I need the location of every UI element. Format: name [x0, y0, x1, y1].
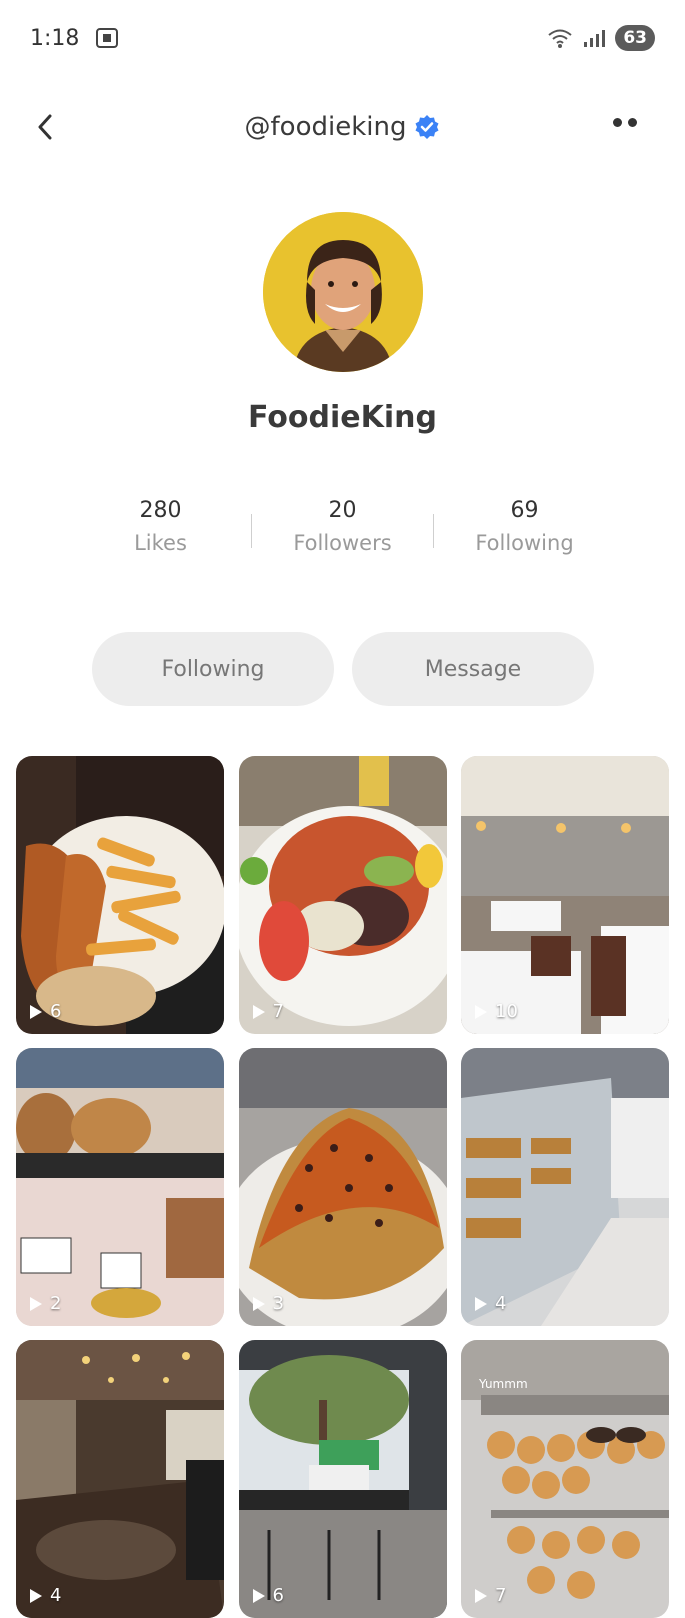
view-count-text: 4: [495, 1293, 507, 1314]
view-count: 3: [252, 1293, 284, 1314]
video-thumbnail: [16, 1340, 224, 1618]
stat-following[interactable]: 69 Following: [434, 498, 615, 568]
view-count: 6: [252, 1585, 284, 1606]
more-options-button[interactable]: [613, 118, 637, 127]
status-icons: 63: [547, 25, 655, 51]
video-tile[interactable]: 10: [461, 756, 669, 1034]
view-count-text: 10: [495, 1001, 518, 1022]
view-count: 6: [30, 1001, 61, 1022]
tile-overlay-text: Yummm: [478, 1377, 528, 1391]
video-tile[interactable]: 3: [238, 1048, 447, 1326]
video-tile[interactable]: 4: [16, 1340, 224, 1618]
play-icon: [252, 1588, 265, 1603]
view-count: 10: [475, 1001, 518, 1022]
wifi-icon: [548, 29, 572, 48]
video-thumbnail: [238, 1048, 447, 1326]
handle-text: @foodieking: [244, 112, 407, 142]
video-thumbnail: [238, 1340, 447, 1618]
view-count: 7: [252, 1001, 284, 1022]
dot-icon: [628, 118, 637, 127]
stat-value: 20: [328, 498, 357, 523]
profile-header: @foodieking: [0, 96, 685, 158]
avatar: [263, 212, 423, 372]
video-tile[interactable]: 6: [238, 1340, 447, 1618]
video-thumbnail: [461, 756, 669, 1034]
video-tile[interactable]: 7: [238, 756, 447, 1034]
video-tile[interactable]: 4: [461, 1048, 669, 1326]
signal-icon: [584, 30, 606, 47]
following-button[interactable]: Following: [92, 632, 334, 706]
avatar-image: [263, 212, 423, 372]
video-thumbnail: [16, 756, 224, 1034]
stat-followers[interactable]: 20 Followers: [252, 498, 433, 568]
video-thumbnail: Yummm: [461, 1340, 669, 1618]
video-tile[interactable]: Yummm 7: [461, 1340, 669, 1618]
profile-actions: Following Message: [92, 632, 594, 706]
view-count-text: 6: [50, 1001, 62, 1022]
view-count-text: 4: [50, 1585, 62, 1606]
play-icon: [252, 1004, 265, 1019]
play-icon: [30, 1588, 42, 1603]
view-count: 2: [30, 1293, 61, 1314]
screenshot-icon: [96, 28, 119, 48]
display-name: FoodieKing: [248, 400, 437, 435]
stat-likes: 280 Likes: [70, 498, 251, 568]
play-icon: [252, 1296, 265, 1311]
message-button[interactable]: Message: [352, 632, 594, 706]
play-icon: [475, 1004, 487, 1019]
battery-icon: 63: [615, 25, 655, 51]
play-icon: [30, 1004, 42, 1019]
video-thumbnail: [238, 756, 447, 1034]
play-icon: [475, 1588, 487, 1603]
view-count-text: 7: [272, 1001, 284, 1022]
dot-icon: [613, 118, 622, 127]
video-thumbnail: [16, 1048, 224, 1326]
status-bar: 1:18 63: [0, 0, 685, 76]
view-count-text: 6: [272, 1585, 284, 1606]
video-grid: 6 7 10 2 3 4 4 6 Yummm 7: [16, 756, 669, 1618]
play-icon: [475, 1296, 487, 1311]
profile-stats: 280 Likes 20 Followers 69 Following: [70, 498, 615, 568]
view-count: 7: [475, 1585, 506, 1606]
video-tile[interactable]: 6: [16, 756, 224, 1034]
stat-label: Followers: [293, 531, 392, 555]
view-count-text: 2: [50, 1293, 62, 1314]
view-count-text: 3: [272, 1293, 284, 1314]
status-time: 1:18: [30, 25, 80, 51]
stat-label: Likes: [134, 531, 187, 555]
stat-label: Following: [475, 531, 574, 555]
verified-badge-icon: [415, 115, 439, 139]
stat-value: 280: [139, 498, 182, 523]
play-icon: [30, 1296, 42, 1311]
back-button[interactable]: [32, 110, 60, 144]
view-count-text: 7: [495, 1585, 507, 1606]
stat-value: 69: [510, 498, 539, 523]
video-thumbnail: [461, 1048, 669, 1326]
profile-handle: @foodieking: [245, 112, 441, 142]
view-count: 4: [475, 1293, 506, 1314]
view-count: 4: [30, 1585, 61, 1606]
video-tile[interactable]: 2: [16, 1048, 224, 1326]
